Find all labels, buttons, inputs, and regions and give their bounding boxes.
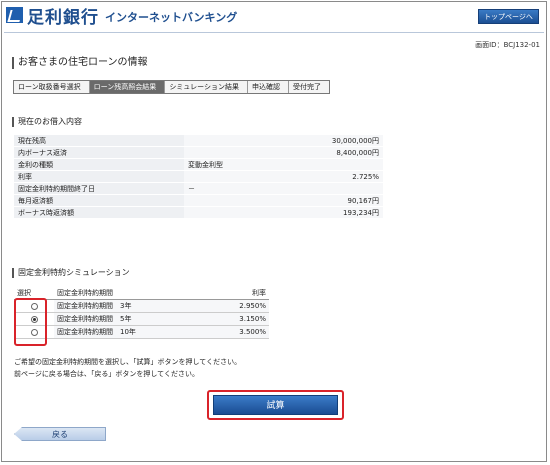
- step-3: シミュレーション結果: [165, 81, 249, 93]
- row-label: 毎月返済額: [14, 194, 184, 207]
- calc-highlight-box: 試算: [207, 390, 344, 420]
- row-value: 8,400,000円: [184, 146, 383, 159]
- period-label: 固定金利特約期間 10年: [54, 325, 210, 339]
- table-row: 固定金利特約期間 3年 2.950%: [14, 299, 269, 313]
- table-header-row: 選択 固定金利特約期間 利率: [14, 287, 269, 300]
- step-1: ローン取扱番号選択: [14, 81, 90, 93]
- row-value: 30,000,000円: [184, 135, 383, 147]
- row-label: ボーナス時返済額: [14, 206, 184, 219]
- row-value: －: [184, 182, 272, 195]
- step-5: 受付完了: [289, 81, 330, 93]
- back-button[interactable]: 戻る: [14, 427, 106, 441]
- bank-name: 足利銀行: [27, 7, 99, 28]
- progress-steps: ローン取扱番号選択 ローン残高照会結果 シミュレーション結果 申込確認 受付完了: [13, 80, 331, 94]
- period-label: 固定金利特約期間 5年: [54, 312, 210, 326]
- header-divider: [4, 32, 544, 33]
- top-page-button[interactable]: トップページへ: [478, 9, 539, 24]
- rate-value: 3.150%: [209, 312, 269, 326]
- page-title: お客さまの住宅ローンの情報: [12, 57, 148, 69]
- row-value: 2.725%: [184, 170, 383, 183]
- simulation-table: 選択 固定金利特約期間 利率 固定金利特約期間 3年 2.950% 固定金利特約…: [14, 287, 269, 339]
- bank-logo: 足利銀行 インターネットバンキング: [6, 5, 238, 28]
- service-name: インターネットバンキング: [105, 11, 238, 24]
- step-2-current: ローン残高照会結果: [89, 81, 166, 93]
- table-row: 固定金利特約期間 5年 3.150%: [14, 312, 269, 326]
- row-value: 変動金利型: [184, 158, 272, 171]
- row-label: 金利の種類: [14, 158, 184, 171]
- row-label: 固定金利特約期間終了日: [14, 182, 184, 195]
- table-row: 利率 2.725%: [14, 170, 383, 183]
- table-row: 内ボーナス返済 8,400,000円: [14, 146, 383, 159]
- table-row: ボーナス時返済額 193,234円: [14, 206, 383, 219]
- table-row: 現在残高 30,000,000円: [14, 135, 383, 147]
- rate-value: 3.500%: [209, 325, 269, 339]
- bank-logo-icon: [6, 7, 23, 23]
- table-row: 金利の種類 変動金利型: [14, 158, 383, 171]
- calc-button[interactable]: 試算: [213, 395, 338, 415]
- instruction-note: ご希望の固定金利特約期間を選択し、「試算」ボタンを押してください。: [14, 358, 242, 366]
- row-label: 現在残高: [14, 135, 184, 147]
- header-period: 固定金利特約期間: [54, 287, 210, 300]
- rate-value: 2.950%: [209, 299, 269, 313]
- header-rate: 利率: [209, 287, 269, 300]
- step-4: 申込確認: [248, 81, 290, 93]
- row-value: 193,234円: [184, 206, 383, 219]
- table-row: 毎月返済額 90,167円: [14, 194, 383, 207]
- row-label: 利率: [14, 170, 184, 183]
- screen-id: 画面ID：BCJ132-01: [475, 41, 540, 49]
- table-row: 固定金利特約期間 10年 3.500%: [14, 325, 269, 339]
- row-value: 90,167円: [184, 194, 383, 207]
- current-loan-table: 現在残高 30,000,000円 内ボーナス返済 8,400,000円 金利の種類変…: [14, 135, 383, 219]
- table-row: 固定金利特約期間終了日－: [14, 182, 383, 195]
- period-label: 固定金利特約期間 3年: [54, 299, 210, 313]
- radio-highlight-box: [14, 298, 47, 346]
- row-label: 内ボーナス返済: [14, 146, 184, 159]
- current-loan-section-title: 現在のお借入内容: [12, 117, 82, 127]
- simulation-section-title: 固定金利特約シミュレーション: [12, 268, 130, 278]
- back-note: 前ページに戻る場合は、「戻る」ボタンを押してください。: [14, 370, 199, 378]
